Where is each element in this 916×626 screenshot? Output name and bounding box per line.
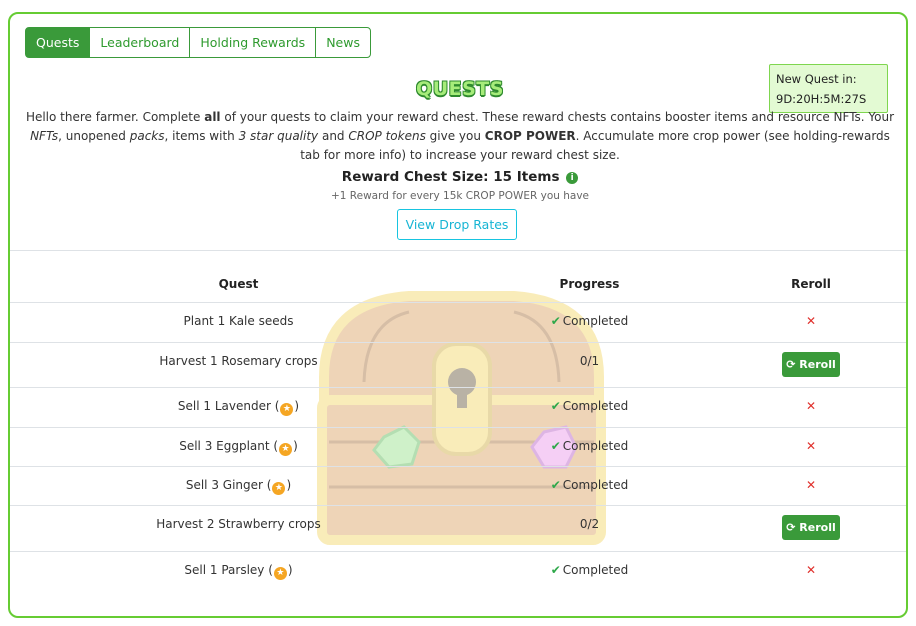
progress-text: Completed	[562, 314, 629, 328]
intro-part: , items with	[164, 129, 239, 143]
quest-text: Sell 1 Parsley (	[184, 563, 273, 577]
refresh-icon: ⟳	[786, 521, 796, 534]
quest-name: Sell 3 Eggplant (★)	[179, 439, 298, 456]
quest-progress: ✔ Completed	[467, 314, 712, 328]
header-reroll: Reroll	[791, 277, 831, 291]
quest-text: Sell 3 Eggplant (	[179, 439, 279, 453]
page-title: QUESTS	[416, 78, 504, 100]
chest-size-subtext: +1 Reward for every 15k CROP POWER you h…	[330, 190, 589, 202]
intro-text: Hello there farmer. Complete all of your…	[24, 108, 896, 165]
quest-name: Sell 1 Parsley (★)	[184, 563, 293, 580]
check-icon: ✔	[550, 439, 561, 453]
intro-emphasis-crop-power: CROP POWER	[484, 129, 576, 143]
star-icon: ★	[279, 443, 293, 456]
progress-text: Completed	[562, 478, 629, 492]
quest-name: Sell 1 Lavender (★)	[177, 399, 300, 416]
tab-leaderboard[interactable]: Leaderboard	[89, 27, 191, 58]
star-icon: ★	[272, 482, 286, 495]
quest-name: Harvest 1 Rosemary crops	[159, 354, 318, 368]
intro-part: , unopened	[58, 129, 130, 143]
reward-chest-size: Reward Chest Size: 15 Items i	[10, 169, 906, 185]
view-drop-rates-button[interactable]: View Drop Rates	[397, 209, 517, 240]
reroll-label: Reroll	[799, 521, 836, 534]
divider	[10, 250, 906, 251]
x-icon: ✕	[805, 439, 817, 453]
star-icon: ★	[273, 567, 287, 580]
table-row: Harvest 2 Strawberry crops 0/2 ⟳ Reroll	[10, 505, 906, 551]
intro-part: Hello there farmer. Complete	[25, 110, 205, 124]
intro-part: and	[318, 129, 349, 143]
progress-text: Completed	[562, 439, 629, 453]
reroll-cell: ⟳ Reroll	[712, 352, 906, 377]
table-row: Sell 3 Ginger (★) ✔ Completed ✕	[10, 466, 906, 505]
refresh-icon: ⟳	[786, 358, 796, 371]
intro-emphasis-all: all	[204, 110, 221, 124]
chest-size-label: Reward Chest Size: 15 Items	[341, 169, 560, 185]
tab-quests[interactable]: Quests	[25, 27, 91, 58]
intro-emphasis-packs: packs	[129, 129, 165, 143]
star-icon: ★	[280, 403, 294, 416]
check-icon: ✔	[550, 563, 561, 577]
progress-text: Completed	[562, 399, 629, 413]
reroll-button[interactable]: ⟳ Reroll	[782, 352, 840, 377]
check-icon: ✔	[550, 478, 561, 492]
intro-emphasis-nfts: NFTs	[30, 129, 59, 143]
intro-part: give you	[425, 129, 485, 143]
tab-holding-rewards[interactable]: Holding Rewards	[189, 27, 317, 58]
quest-progress: ✔ Completed	[467, 478, 712, 492]
quest-progress: 0/2	[579, 517, 600, 531]
quests-card: Quests Leaderboard Holding Rewards News …	[8, 12, 908, 618]
reroll-cell: ✕	[712, 399, 906, 413]
progress-text: Completed	[562, 563, 629, 577]
tab-news[interactable]: News	[315, 27, 371, 58]
reroll-cell: ✕	[712, 439, 906, 453]
quest-progress: ✔ Completed	[467, 563, 712, 577]
x-icon: ✕	[805, 478, 817, 492]
quest-name: Plant 1 Kale seeds	[183, 314, 294, 328]
intro-emphasis-crop-tokens: CROP tokens	[348, 129, 426, 143]
quest-text: Sell 3 Ginger (	[185, 478, 272, 492]
check-icon: ✔	[550, 314, 561, 328]
table-row: Harvest 1 Rosemary crops 0/1 ⟳ Reroll	[10, 342, 906, 387]
quest-text: Sell 1 Lavender (	[177, 399, 280, 413]
reroll-button[interactable]: ⟳ Reroll	[782, 515, 840, 540]
header-quest: Quest	[218, 277, 259, 291]
check-icon: ✔	[550, 399, 561, 413]
table-row: Sell 1 Lavender (★) ✔ Completed ✕	[10, 387, 906, 427]
x-icon: ✕	[805, 399, 817, 413]
table-row: Sell 1 Parsley (★) ✔ Completed ✕	[10, 551, 906, 591]
quest-progress: 0/1	[579, 354, 600, 368]
intro-part: of your quests to claim your reward ches…	[220, 110, 895, 124]
quest-progress: ✔ Completed	[467, 399, 712, 413]
x-icon: ✕	[805, 563, 817, 577]
x-icon: ✕	[805, 314, 817, 328]
quest-progress: ✔ Completed	[467, 439, 712, 453]
intro-emphasis-star-quality: 3 star quality	[238, 129, 319, 143]
header-progress: Progress	[559, 277, 620, 291]
table-row: Plant 1 Kale seeds ✔ Completed ✕	[10, 302, 906, 342]
table-row: Sell 3 Eggplant (★) ✔ Completed ✕	[10, 427, 906, 466]
reroll-cell: ✕	[712, 314, 906, 328]
quest-name: Sell 3 Ginger (★)	[185, 478, 292, 495]
reroll-cell: ✕	[712, 563, 906, 577]
tab-bar: Quests Leaderboard Holding Rewards News	[25, 27, 371, 58]
reroll-cell: ⟳ Reroll	[712, 515, 906, 540]
reroll-cell: ✕	[712, 478, 906, 492]
reroll-label: Reroll	[799, 358, 836, 371]
quest-name: Harvest 2 Strawberry crops	[156, 517, 321, 531]
info-icon[interactable]: i	[566, 172, 579, 184]
